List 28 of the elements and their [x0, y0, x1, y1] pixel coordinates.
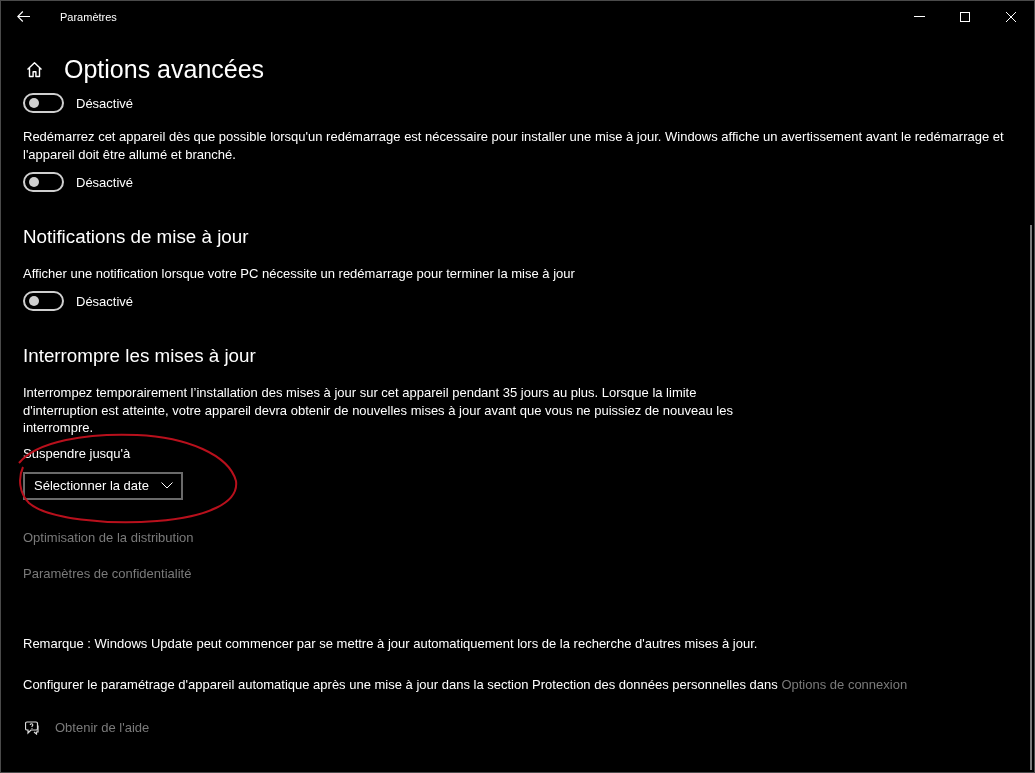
toggle-state-label: Désactivé — [76, 95, 134, 111]
scrollbar[interactable] — [1030, 225, 1032, 770]
help-link[interactable]: Obtenir de l'aide — [55, 718, 150, 737]
toggle-state-label: Désactivé — [76, 293, 134, 309]
settings-link[interactable]: Optimisation de la distribution — [23, 528, 194, 547]
section-description: Afficher une notification lorsque votre PC nécessite un redémarrage pour terminer la mise à jour — [23, 265, 575, 283]
connection-options-link[interactable]: Options de connexion — [781, 676, 908, 692]
window-title: Paramètres — [60, 10, 117, 23]
date-dropdown[interactable]: Sélectionner la date — [23, 471, 183, 500]
toggle-state-label: Désactivé — [76, 174, 134, 190]
minimize-icon — [913, 16, 925, 17]
settings-link[interactable]: Paramètres de confidentialité — [23, 564, 192, 583]
section-heading: Interrompre les mises à jour — [23, 344, 256, 368]
toggle-switch[interactable] — [23, 93, 64, 113]
page-title: Options avancées — [64, 54, 265, 85]
help-chat-icon — [25, 720, 40, 735]
section-description: Interrompez temporairement l’installation des mises à jour sur cet appareil pendant 35 jours au plus. Lorsque la limite d'interruption est atteinte, votre appareil devra obtenir de nouvelles mises à jour avant que vous ne puissiez de nouveau les interrompre. — [23, 384, 734, 437]
note-text: Configurer le paramétrage d'appareil automatique après une mise à jour dans la section Protection des données personnelles dans Options de connexion — [23, 675, 908, 694]
note-text: Remarque : Windows Update peut commencer par se mettre à jour automatiquement lors de la recherche d'autres mises à jour. — [23, 634, 758, 653]
maximize-icon — [960, 11, 970, 22]
section-heading: Notifications de mise à jour — [23, 225, 249, 249]
toggle-switch[interactable] — [23, 291, 64, 311]
setting-description: Redémarrez cet appareil dès que possible lorsqu'un redémarrage est nécessaire pour installer une mise à jour. Windows affiche un avertissement avant le redémarrage et l'appareil doit être allumé et branché. — [23, 128, 1005, 164]
chevron-down-icon — [160, 482, 173, 489]
close-icon — [1006, 11, 1016, 22]
toggle-switch[interactable] — [23, 172, 64, 192]
back-arrow-icon — [16, 11, 30, 22]
home-icon[interactable] — [26, 60, 43, 78]
